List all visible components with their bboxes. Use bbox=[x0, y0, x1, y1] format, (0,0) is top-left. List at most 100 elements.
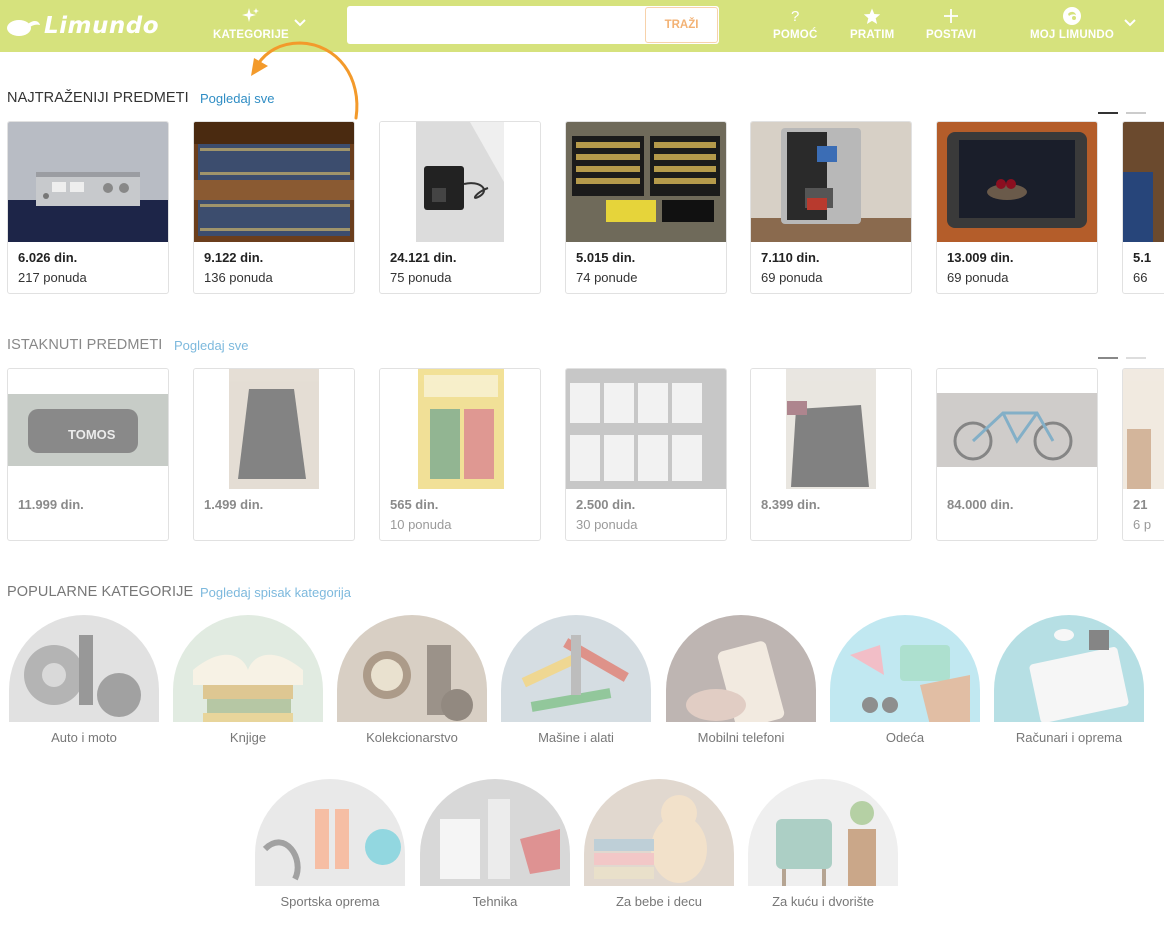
books-icon bbox=[173, 615, 323, 722]
product-image bbox=[751, 369, 911, 489]
categories-menu-button[interactable]: KATEGORIJE bbox=[213, 7, 289, 41]
clothing-icon bbox=[830, 615, 980, 722]
furniture-icon bbox=[748, 779, 898, 886]
product-image bbox=[566, 369, 726, 489]
category-list-link[interactable]: Pogledaj spisak kategorija bbox=[200, 585, 351, 600]
category-clothing[interactable]: Odeća bbox=[830, 615, 980, 745]
appliances-icon bbox=[420, 779, 570, 886]
product-image bbox=[751, 122, 911, 242]
post-button[interactable]: POSTAVI bbox=[926, 7, 976, 41]
category-label: Za kuću i dvorište bbox=[772, 894, 874, 909]
category-label: Mašine i alati bbox=[538, 730, 614, 745]
product-card[interactable]: TOMOS 11.999 din. bbox=[7, 368, 169, 541]
svg-text:TOMOS: TOMOS bbox=[68, 427, 116, 442]
star-icon bbox=[863, 7, 881, 25]
tools-icon bbox=[501, 615, 651, 722]
category-kids[interactable]: Za bebe i decu bbox=[584, 779, 734, 909]
help-label: POMOĆ bbox=[773, 29, 818, 41]
lemon-logo-icon bbox=[7, 20, 40, 36]
follow-button[interactable]: PRATIM bbox=[850, 7, 894, 41]
category-auto-moto[interactable]: Auto i moto bbox=[9, 615, 159, 745]
featured-view-all-link[interactable]: Pogledaj sve bbox=[174, 338, 248, 353]
product-image: TOMOS bbox=[8, 369, 168, 489]
post-label: POSTAVI bbox=[926, 29, 977, 41]
bid-count: 6 p bbox=[1133, 517, 1152, 532]
avatar-icon bbox=[1062, 7, 1082, 25]
bid-count: 217 ponuda bbox=[18, 270, 87, 285]
price: 565 din. bbox=[390, 497, 439, 512]
price: 8.399 din. bbox=[761, 497, 821, 512]
bid-count: 69 ponuda bbox=[761, 270, 823, 285]
product-image bbox=[1123, 369, 1164, 489]
search-button[interactable]: TRAŽI bbox=[645, 7, 718, 43]
product-image bbox=[194, 122, 354, 242]
category-label: Sportska oprema bbox=[280, 894, 380, 909]
search-bar: TRAŽI bbox=[347, 6, 719, 44]
price: 9.122 din. bbox=[204, 250, 264, 265]
carousel-pager[interactable] bbox=[1098, 357, 1146, 359]
bid-count: 30 ponuda bbox=[576, 517, 638, 532]
top-header: Limundo KATEGORIJE TRAŽI ? POMOĆ PRATIM … bbox=[0, 0, 1164, 52]
product-image bbox=[566, 122, 726, 242]
chevron-down-icon[interactable] bbox=[293, 18, 307, 28]
most-wanted-title: NAJTRAŽENIJI PREDMETI bbox=[7, 90, 189, 106]
category-computers[interactable]: Računari i oprema bbox=[994, 615, 1144, 745]
product-card[interactable]: 84.000 din. bbox=[936, 368, 1098, 541]
category-label: Računari i oprema bbox=[1015, 730, 1123, 745]
category-sports[interactable]: Sportska oprema bbox=[255, 779, 405, 909]
product-card[interactable]: 7.110 din. 69 ponuda bbox=[750, 121, 912, 294]
bid-count: 74 ponude bbox=[576, 270, 638, 285]
bid-count: 10 ponuda bbox=[390, 517, 452, 532]
limundo-logo[interactable]: Limundo bbox=[6, 12, 159, 40]
price: 2.500 din. bbox=[576, 497, 636, 512]
category-label: Kolekcionarstvo bbox=[366, 730, 458, 745]
product-image bbox=[194, 369, 354, 489]
category-label: Za bebe i decu bbox=[615, 894, 702, 909]
product-card[interactable]: 6.026 din. 217 ponuda bbox=[7, 121, 169, 294]
bid-count: 69 ponuda bbox=[947, 270, 1009, 285]
category-appliances[interactable]: Tehnika bbox=[420, 779, 570, 909]
search-input[interactable] bbox=[347, 6, 645, 44]
price: 7.110 din. bbox=[761, 250, 820, 265]
product-card[interactable]: 5.1 66 bbox=[1122, 121, 1164, 294]
product-card[interactable]: 9.122 din. 136 ponuda bbox=[193, 121, 355, 294]
price: 84.000 din. bbox=[947, 497, 1014, 512]
category-tools[interactable]: Mašine i alati bbox=[501, 615, 651, 745]
toys-icon bbox=[584, 779, 734, 886]
product-card[interactable]: 5.015 din. 74 ponude bbox=[565, 121, 727, 294]
category-books[interactable]: Knjige bbox=[173, 615, 323, 745]
price: 13.009 din. bbox=[947, 250, 1014, 265]
product-image bbox=[937, 122, 1097, 242]
featured-row: TOMOS 11.999 din. 1.499 din. 565 din. 10… bbox=[0, 368, 1164, 543]
help-button[interactable]: ? POMOĆ bbox=[773, 7, 818, 42]
computer-icon bbox=[994, 615, 1144, 722]
account-button[interactable]: MOJ LIMUNDO bbox=[1030, 7, 1114, 41]
curved-arrow-annotation bbox=[251, 41, 359, 120]
chevron-down-icon[interactable] bbox=[1123, 18, 1137, 28]
product-card[interactable]: 21 6 p bbox=[1122, 368, 1164, 541]
product-card[interactable]: 8.399 din. bbox=[750, 368, 912, 541]
category-home-garden[interactable]: Za kuću i dvorište bbox=[748, 779, 898, 909]
follow-label: PRATIM bbox=[850, 29, 895, 41]
price: 6.026 din. bbox=[18, 250, 78, 265]
price: 11.999 din. bbox=[18, 497, 84, 512]
collectibles-icon bbox=[337, 615, 487, 722]
product-card[interactable]: 565 din. 10 ponuda bbox=[379, 368, 541, 541]
product-card[interactable]: 24.121 din. 75 ponuda bbox=[379, 121, 541, 294]
price: 21 bbox=[1133, 497, 1148, 512]
popular-categories-title: POPULARNE KATEGORIJE bbox=[7, 584, 194, 600]
price: 5.1 bbox=[1133, 250, 1152, 265]
product-image bbox=[937, 369, 1097, 489]
most-wanted-view-all-link[interactable]: Pogledaj sve bbox=[200, 91, 274, 106]
product-card[interactable]: 2.500 din. 30 ponuda bbox=[565, 368, 727, 541]
product-card[interactable]: 13.009 din. 69 ponuda bbox=[936, 121, 1098, 294]
price: 5.015 din. bbox=[576, 250, 636, 265]
account-label: MOJ LIMUNDO bbox=[1030, 29, 1114, 41]
phone-icon bbox=[666, 615, 816, 722]
carousel-pager[interactable] bbox=[1098, 112, 1146, 114]
category-label: Tehnika bbox=[472, 894, 518, 909]
category-collectibles[interactable]: Kolekcionarstvo bbox=[337, 615, 487, 745]
product-image bbox=[380, 369, 540, 489]
category-phones[interactable]: Mobilni telefoni bbox=[666, 615, 816, 745]
product-card[interactable]: 1.499 din. bbox=[193, 368, 355, 541]
